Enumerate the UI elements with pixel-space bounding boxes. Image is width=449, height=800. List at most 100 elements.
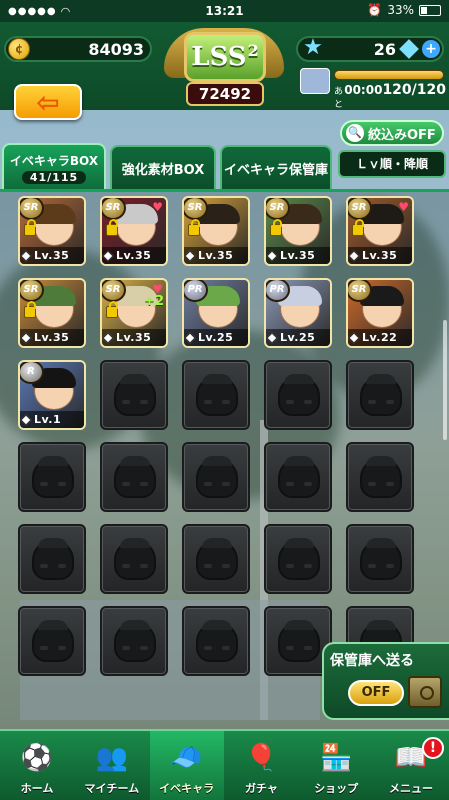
empty-slot[interactable] <box>100 360 168 430</box>
character-card[interactable]: SR ♥ Lv.35 <box>100 196 168 266</box>
rank-points: 72492 <box>186 82 264 106</box>
empty-slot[interactable] <box>100 524 168 594</box>
character-card[interactable]: SR Lv.35 <box>18 278 86 348</box>
diamond-icon <box>102 249 114 262</box>
my-team-icon: 👥 <box>95 743 128 773</box>
scrollbar[interactable] <box>443 320 447 440</box>
battery-icon <box>419 4 441 16</box>
empty-slot[interactable] <box>18 442 86 512</box>
empty-slot[interactable] <box>264 442 332 512</box>
empty-silhouette-icon <box>278 620 320 662</box>
character-card[interactable]: SR ♥ Lv.35 <box>346 196 414 266</box>
empty-slot[interactable] <box>18 524 86 594</box>
character-card[interactable]: SR Lv.22 <box>346 278 414 348</box>
rarity-badge: SR <box>266 198 290 220</box>
heart-icon: ♥ <box>398 200 409 214</box>
empty-silhouette-icon <box>278 538 320 580</box>
empty-slot[interactable] <box>182 442 250 512</box>
event-chara-icon: 🧢 <box>170 743 203 773</box>
tab-event-chara-box[interactable]: イベキャラBOX 41/115 <box>2 143 106 191</box>
character-card[interactable]: R Lv.1 <box>18 360 86 430</box>
coin-counter[interactable]: ¢ 84093 <box>4 36 152 62</box>
bottom-navigation: ⚽ ホーム 👥 マイチーム 🧢 イベキャラ 🎈 ガチャ 🏪 ショップ 📖 メニュー! <box>0 729 449 800</box>
diamond-icon <box>348 331 360 344</box>
empty-silhouette-icon <box>196 620 238 662</box>
character-card[interactable]: SR Lv.35 <box>18 196 86 266</box>
stamina-prefix: あと <box>334 87 344 110</box>
empty-silhouette-icon <box>114 620 156 662</box>
back-button[interactable]: ⇦ <box>14 84 82 120</box>
tab-label: イベキャラ保管庫 <box>223 162 328 178</box>
tab-storage[interactable]: イベキャラ保管庫 <box>220 145 332 189</box>
rank-name: LSS <box>191 42 247 72</box>
empty-slot[interactable] <box>346 442 414 512</box>
filter-toggle-button[interactable]: 🔍 絞込みOFF <box>340 120 444 146</box>
tab-label: 強化素材BOX <box>121 162 205 178</box>
character-card[interactable]: SR Lv.35 <box>182 196 250 266</box>
character-level: Lv.1 <box>34 413 62 426</box>
stamina-icon <box>300 68 330 94</box>
empty-silhouette-icon <box>196 374 238 416</box>
diamond-icon <box>20 249 32 262</box>
home-icon: ⚽ <box>20 743 54 773</box>
diamond-icon <box>20 413 32 426</box>
nav-my-team[interactable]: 👥 マイチーム <box>75 731 149 800</box>
magnifier-icon: 🔍 <box>346 124 364 142</box>
status-bar: ●●●●● ◠ 13:21 ⏰ 33% <box>0 0 449 22</box>
star-value: 26 <box>373 39 396 59</box>
alert-badge-icon: ! <box>422 737 444 759</box>
empty-slot[interactable] <box>182 524 250 594</box>
empty-silhouette-icon <box>196 456 238 498</box>
nav-menu[interactable]: 📖 メニュー! <box>374 731 448 800</box>
rarity-badge: SR <box>184 198 208 220</box>
empty-slot[interactable] <box>182 606 250 676</box>
nav-shop[interactable]: 🏪 ショップ <box>299 731 373 800</box>
level-bar: Lv.35 <box>348 247 412 264</box>
character-card[interactable]: SR Lv.35 <box>264 196 332 266</box>
empty-silhouette-icon <box>32 538 74 580</box>
lock-icon <box>24 219 36 236</box>
send-to-storage-panel: 保管庫へ送る OFF <box>322 642 449 720</box>
character-level: Lv.35 <box>34 249 70 262</box>
star-counter[interactable]: ★ 26 + <box>296 36 444 62</box>
box-count: 41/115 <box>21 171 87 184</box>
empty-slot[interactable] <box>346 524 414 594</box>
stamina-count: 120/120 <box>382 82 446 98</box>
lock-icon <box>24 301 36 318</box>
empty-slot[interactable] <box>100 442 168 512</box>
alarm-icon: ⏰ <box>367 3 383 17</box>
safe-icon <box>408 676 442 708</box>
nav-home[interactable]: ⚽ ホーム <box>0 731 74 800</box>
diamond-icon <box>266 331 278 344</box>
empty-silhouette-icon <box>360 538 402 580</box>
battery-percent: 33% <box>387 3 414 17</box>
character-card[interactable]: PR Lv.25 <box>264 278 332 348</box>
empty-slot[interactable] <box>182 360 250 430</box>
rank-emblem[interactable]: LSS 2 72492 <box>158 22 290 108</box>
stamina-text: あと 00:00 120/120 <box>334 82 446 110</box>
empty-slot[interactable] <box>18 606 86 676</box>
gacha-icon: 🎈 <box>245 743 278 773</box>
empty-slot[interactable] <box>264 524 332 594</box>
rank-superscript: 2 <box>247 40 259 60</box>
character-card[interactable]: SR ♥ +2 Lv.35 <box>100 278 168 348</box>
nav-gacha[interactable]: 🎈 ガチャ <box>224 731 298 800</box>
rarity-badge: SR <box>348 198 372 220</box>
empty-slot[interactable] <box>264 360 332 430</box>
character-card[interactable]: PR Lv.25 <box>182 278 250 348</box>
tab-material-box[interactable]: 強化素材BOX <box>110 145 216 189</box>
rarity-badge: R <box>20 362 44 384</box>
gem-icon <box>399 39 419 59</box>
empty-silhouette-icon <box>278 374 320 416</box>
add-star-icon[interactable]: + <box>422 40 440 58</box>
coin-icon: ¢ <box>8 38 30 60</box>
empty-slot[interactable] <box>346 360 414 430</box>
level-bar: Lv.35 <box>20 247 84 264</box>
empty-slot[interactable] <box>100 606 168 676</box>
nav-event-chara[interactable]: 🧢 イベキャラ <box>149 731 224 800</box>
stamina-fill <box>335 71 443 79</box>
send-to-storage-toggle[interactable]: OFF <box>348 680 404 706</box>
rarity-badge: SR <box>102 280 126 302</box>
level-bar: Lv.35 <box>20 329 84 346</box>
send-to-storage-label: 保管庫へ送る <box>330 653 414 669</box>
